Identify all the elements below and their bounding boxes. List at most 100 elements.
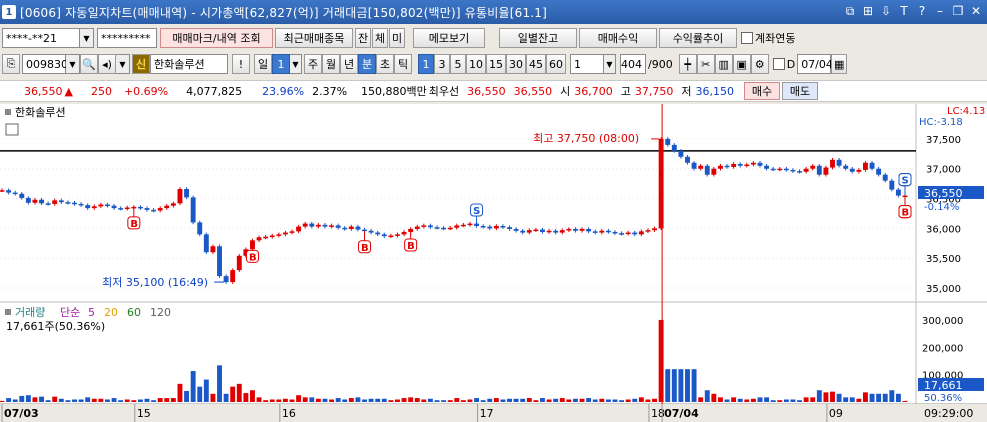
account-link-checkbox[interactable] (741, 32, 753, 44)
sell-marker[interactable]: S (473, 206, 480, 217)
text-size-icon[interactable]: T (897, 3, 911, 19)
time-tick-label: 07/04 (664, 407, 699, 420)
trade-mark-query-button[interactable]: 매매마크/내역 조회 (160, 28, 273, 48)
period-year-button[interactable]: 년 (340, 54, 358, 74)
volume-bar (599, 398, 605, 402)
ask-price: 36,550 (467, 84, 506, 98)
save-icon[interactable]: ▣ (732, 54, 751, 74)
memo-view-button[interactable]: 메모보기 (413, 28, 485, 48)
account-field[interactable]: ****-**21 (2, 28, 80, 48)
date-input[interactable]: 07/04 (797, 54, 833, 74)
account-dropdown-icon[interactable]: ▼ (80, 28, 94, 48)
candle (355, 226, 361, 230)
code-dropdown-icon[interactable]: ▼ (66, 54, 80, 74)
data-table-icon[interactable] (5, 123, 19, 136)
link-icon[interactable]: ⧉ (843, 3, 857, 19)
volume-bar (691, 369, 697, 402)
info-button[interactable]: ! (232, 54, 250, 74)
unexecuted-button[interactable]: 미 (389, 28, 405, 48)
interval-button-60[interactable]: 60 (546, 54, 566, 74)
volume-bar (52, 396, 58, 402)
buy-button[interactable]: 매수 (744, 82, 781, 100)
candle (217, 246, 222, 277)
buy-marker[interactable]: B (130, 219, 138, 230)
price-tick-label: 35,000 (926, 284, 961, 295)
interval-button-3[interactable]: 3 (434, 54, 450, 74)
help-icon[interactable]: ? (915, 3, 929, 19)
current-price: 36,550 (24, 84, 63, 98)
minimize-icon[interactable]: – (933, 3, 947, 19)
candle (223, 276, 229, 283)
volume-bar (889, 390, 895, 402)
chart-area[interactable]: 한화솔루션 LC:4.13 HC:-3.18 37,500 37,000 36,50… (0, 104, 987, 422)
trade-profit-button[interactable]: 매매수익 (579, 28, 657, 48)
period-day-button[interactable]: 일 (254, 54, 272, 74)
volume-bar (177, 383, 183, 402)
execution-button[interactable]: 체 (372, 28, 388, 48)
unit-input[interactable]: 1 (570, 54, 604, 74)
interval-button-45[interactable]: 45 (526, 54, 546, 74)
link-chart-icon[interactable]: ⎘ (2, 54, 20, 74)
sell-marker[interactable]: S (902, 176, 909, 187)
candle (91, 206, 97, 209)
buy-marker[interactable]: B (902, 208, 910, 219)
price-chart[interactable]: 한화솔루션 LC:4.13 HC:-3.18 37,50037,00036,50… (0, 104, 987, 422)
pin-icon[interactable]: ⊞ (861, 3, 875, 19)
buy-marker[interactable]: B (249, 252, 257, 263)
interval-button-5[interactable]: 5 (450, 54, 466, 74)
balance-button[interactable]: 잔 (355, 28, 371, 48)
period-week-button[interactable]: 주 (304, 54, 322, 74)
sound-icon[interactable]: ◂) (98, 54, 116, 74)
calendar-icon[interactable]: ▦ (831, 54, 848, 74)
volume-bar (322, 398, 328, 402)
tray-icon[interactable]: ⇩ (879, 3, 893, 19)
volume-bar (39, 396, 45, 402)
close-icon[interactable]: ✕ (969, 3, 983, 19)
recent-trades-button[interactable]: 최근매매종목 (275, 28, 353, 48)
return-trend-button[interactable]: 수익률추이 (659, 28, 737, 48)
volume-bar (190, 371, 196, 402)
candle (427, 225, 433, 228)
volume-bar (638, 397, 644, 402)
candle (25, 197, 31, 203)
volume-bar (678, 369, 684, 402)
period-day-value[interactable]: 1 (272, 54, 290, 74)
buy-marker[interactable]: B (407, 241, 415, 252)
date-checkbox[interactable] (772, 58, 785, 70)
chart-bar-icon[interactable]: ▥ (714, 54, 733, 74)
restore-icon[interactable]: ❐ (951, 3, 965, 19)
volume-value-label: 17,661주(50.36%) (6, 320, 105, 333)
candle (6, 190, 12, 193)
volume-bar (395, 399, 400, 402)
candle (731, 163, 737, 167)
period-month-button[interactable]: 월 (322, 54, 340, 74)
period-tick-button[interactable]: 틱 (394, 54, 412, 74)
daily-balance-button[interactable]: 일별잔고 (499, 28, 577, 48)
interval-button-30[interactable]: 30 (506, 54, 526, 74)
sell-button[interactable]: 매도 (782, 82, 819, 100)
volume-bar (902, 400, 908, 402)
volume-bar (500, 399, 506, 402)
count-input[interactable]: 404 (620, 54, 646, 74)
interval-button-10[interactable]: 10 (466, 54, 486, 74)
volume-bar (553, 398, 559, 402)
password-field[interactable]: ********* (97, 28, 157, 48)
period-second-button[interactable]: 초 (376, 54, 394, 74)
candle (289, 231, 295, 233)
search-icon[interactable]: 🔍 (80, 54, 98, 74)
buy-marker[interactable]: B (361, 243, 369, 254)
candle (658, 138, 664, 229)
stock-code-input[interactable]: 009830 (22, 54, 68, 74)
volume-bar (236, 383, 242, 402)
settings-icon[interactable]: ⚙ (750, 54, 769, 74)
scissors-icon[interactable]: ✂ (696, 54, 715, 74)
unit-dropdown-icon[interactable]: ▼ (604, 54, 616, 74)
candle (395, 234, 400, 236)
period-minute-button[interactable]: 분 (358, 54, 376, 74)
interval-button-1[interactable]: 1 (418, 54, 434, 74)
sound-dropdown-icon[interactable]: ▼ (116, 54, 130, 74)
candle-type-icon[interactable]: ┿ (678, 54, 697, 74)
interval-button-15[interactable]: 15 (486, 54, 506, 74)
period-dropdown-icon[interactable]: ▼ (290, 54, 302, 74)
candle (507, 227, 512, 229)
